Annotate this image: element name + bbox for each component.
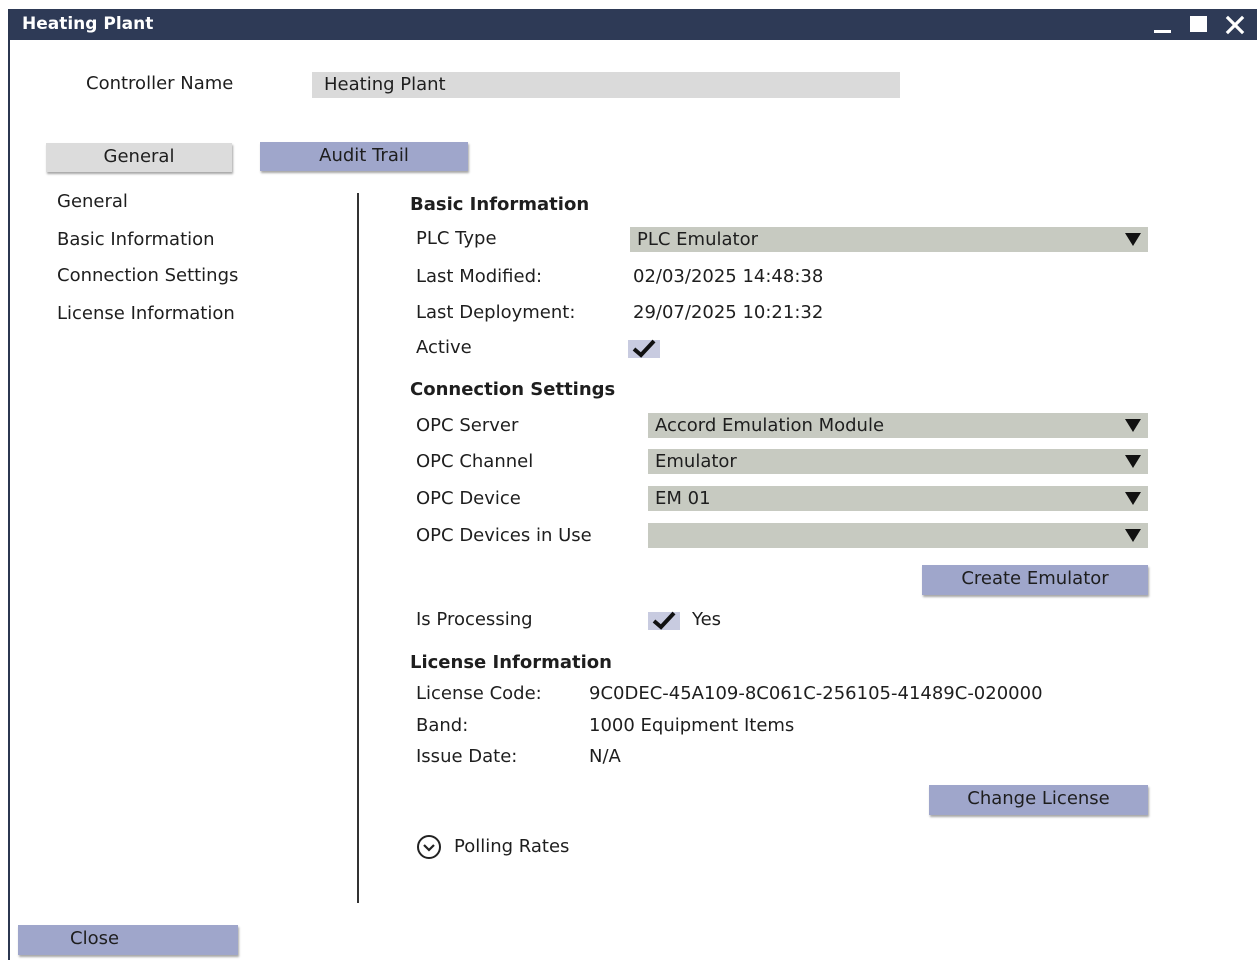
dropdown-arrow-icon <box>1125 455 1141 468</box>
band-value: 1000 Equipment Items <box>589 715 795 736</box>
opc-channel-select[interactable]: Emulator <box>648 449 1148 474</box>
checkmark-icon <box>632 339 656 358</box>
close-icon[interactable] <box>1223 13 1247 35</box>
is-processing-label: Is Processing <box>416 609 533 630</box>
nav-item-connection-settings[interactable]: Connection Settings <box>57 265 238 287</box>
change-license-button[interactable]: Change License <box>929 785 1148 815</box>
chevron-down-circle-icon <box>417 835 441 859</box>
opc-device-value: EM 01 <box>655 488 711 509</box>
is-processing-value: Yes <box>692 609 722 630</box>
polling-rates-label: Polling Rates <box>454 836 570 857</box>
is-processing-checkbox[interactable] <box>648 611 680 630</box>
opc-devices-in-use-label: OPC Devices in Use <box>416 525 592 546</box>
opc-server-select[interactable]: Accord Emulation Module <box>648 413 1148 438</box>
nav-item-general[interactable]: General <box>57 191 128 213</box>
vertical-divider <box>357 193 359 903</box>
last-modified-label: Last Modified: <box>416 266 543 287</box>
last-deployment-label: Last Deployment: <box>416 302 576 323</box>
plc-type-select[interactable]: PLC Emulator <box>630 227 1148 252</box>
license-code-value: 9C0DEC-45A109-8C061C-256105-41489C-02000… <box>589 683 1043 704</box>
dialog-window: Heating Plant Controller Name Heating Pl… <box>8 9 1257 960</box>
title-bar[interactable]: Heating Plant <box>10 9 1257 40</box>
tab-audit-trail[interactable]: Audit Trail <box>260 142 468 171</box>
plc-type-label: PLC Type <box>416 228 497 249</box>
minimize-icon[interactable] <box>1151 13 1175 35</box>
tab-general[interactable]: General <box>46 143 232 172</box>
connection-settings-heading: Connection Settings <box>410 379 616 400</box>
last-deployment-value: 29/07/2025 10:21:32 <box>633 302 824 323</box>
nav-item-license-information[interactable]: License Information <box>57 303 235 325</box>
issue-date-value: N/A <box>589 746 621 767</box>
active-checkbox[interactable] <box>628 339 660 358</box>
active-label: Active <box>416 337 472 358</box>
controller-name-label: Controller Name <box>86 73 234 94</box>
basic-information-heading: Basic Information <box>410 194 590 215</box>
license-information-heading: License Information <box>410 652 612 673</box>
opc-channel-label: OPC Channel <box>416 451 534 472</box>
issue-date-label: Issue Date: <box>416 746 518 767</box>
dropdown-arrow-icon <box>1125 492 1141 505</box>
opc-server-label: OPC Server <box>416 415 519 436</box>
controller-name-input[interactable]: Heating Plant <box>312 72 900 98</box>
opc-devices-in-use-select[interactable] <box>648 523 1148 548</box>
close-button[interactable]: Close <box>18 925 238 955</box>
last-modified-value: 02/03/2025 14:48:38 <box>633 266 824 287</box>
license-code-label: License Code: <box>416 683 542 704</box>
maximize-icon[interactable] <box>1188 13 1212 35</box>
create-emulator-button[interactable]: Create Emulator <box>922 565 1148 595</box>
opc-server-value: Accord Emulation Module <box>655 415 885 436</box>
opc-device-select[interactable]: EM 01 <box>648 486 1148 511</box>
nav-item-basic-information[interactable]: Basic Information <box>57 229 215 251</box>
opc-channel-value: Emulator <box>655 451 737 472</box>
band-label: Band: <box>416 715 469 736</box>
dropdown-arrow-icon <box>1125 419 1141 432</box>
window-title: Heating Plant <box>22 14 154 34</box>
checkmark-icon <box>652 611 676 630</box>
plc-type-value: PLC Emulator <box>637 229 758 250</box>
opc-device-label: OPC Device <box>416 488 521 509</box>
dropdown-arrow-icon <box>1125 233 1141 246</box>
dropdown-arrow-icon <box>1125 529 1141 542</box>
